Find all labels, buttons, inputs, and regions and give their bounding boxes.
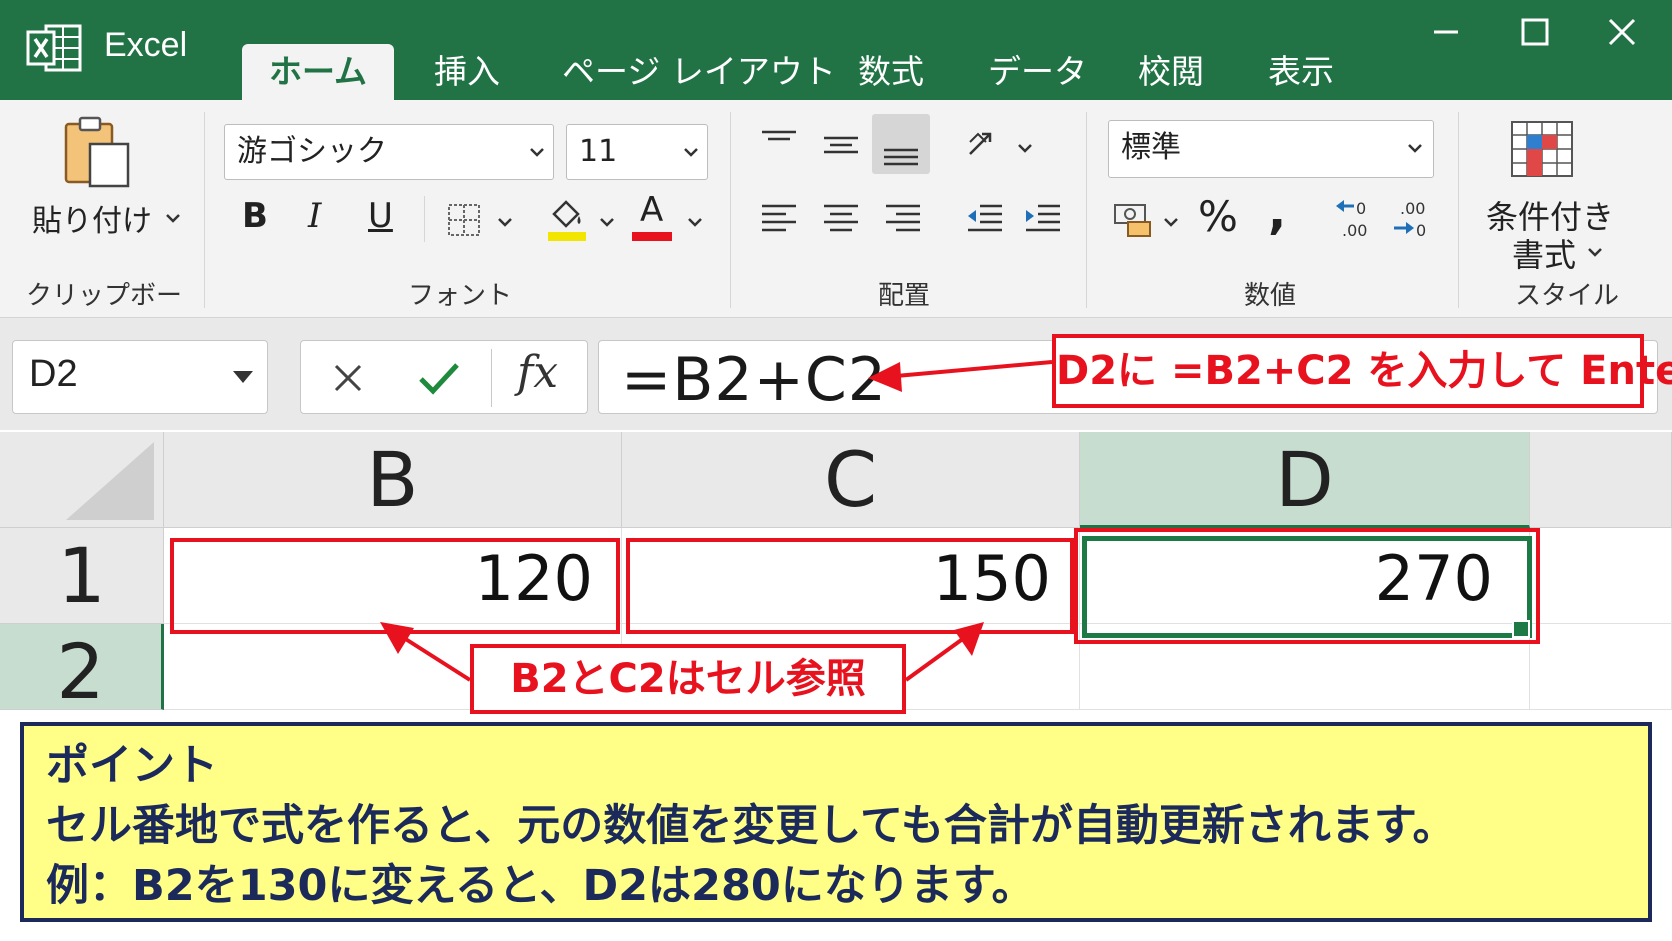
number-group-label: 数値 xyxy=(1243,281,1296,311)
chevron-down-icon[interactable] xyxy=(1162,216,1180,228)
chevron-down-icon[interactable] xyxy=(528,146,546,158)
formula-actions: fx xyxy=(300,340,588,414)
chevron-down-icon[interactable] xyxy=(496,216,514,228)
orientation-icon[interactable] xyxy=(964,124,1006,166)
caret-down-icon[interactable] xyxy=(233,371,253,383)
paste-icon[interactable] xyxy=(60,114,136,190)
formula-callout: D2に =B2+C2 を入力して Enter xyxy=(1052,334,1672,408)
highlight-box-d xyxy=(1074,528,1540,644)
fill-color-icon[interactable] xyxy=(546,196,588,242)
tab-home[interactable]: ホーム xyxy=(242,44,394,100)
close-icon[interactable] xyxy=(1594,10,1650,54)
column-header-b[interactable]: B xyxy=(164,432,622,528)
number-format-value: 標準 xyxy=(1121,130,1181,165)
decrease-indent-icon[interactable] xyxy=(964,200,1006,236)
svg-text:.00: .00 xyxy=(1400,199,1425,218)
styles-group-label: スタイル xyxy=(1514,281,1619,311)
comma-style-button[interactable]: , xyxy=(1268,184,1286,240)
chevron-down-icon[interactable] xyxy=(1586,246,1604,258)
group-divider xyxy=(1458,112,1459,308)
name-box[interactable]: D2 xyxy=(12,340,268,414)
reference-callout: B2とC2はセル参照 xyxy=(470,644,906,714)
highlight-box-c xyxy=(626,538,1074,634)
chevron-down-icon[interactable] xyxy=(682,146,700,158)
cell-e-row2[interactable] xyxy=(1530,624,1672,710)
font-name-value: 游ゴシック xyxy=(237,134,387,169)
group-divider xyxy=(1086,112,1087,308)
select-all-corner[interactable] xyxy=(0,432,164,528)
align-center-icon[interactable] xyxy=(820,200,862,236)
excel-logo-icon xyxy=(26,24,82,72)
align-bottom-icon[interactable] xyxy=(880,128,922,168)
point-line-2: 例：B2を130に変えると、D2は280になります。 xyxy=(46,861,1035,911)
title-bar: Excel ホーム 挿入 ページ レイアウト 数式 データ 校閲 表示 xyxy=(0,0,1672,100)
cancel-icon[interactable] xyxy=(331,361,365,395)
minimize-icon[interactable] xyxy=(1418,10,1474,54)
percent-style-button[interactable]: % xyxy=(1198,192,1238,241)
tab-page-layout[interactable]: ページ レイアウト xyxy=(562,44,836,100)
font-color-swatch xyxy=(632,232,672,241)
column-header-d[interactable]: D xyxy=(1080,432,1530,528)
font-group-label: フォント xyxy=(407,281,512,311)
currency-format-icon[interactable] xyxy=(1112,200,1154,238)
underline-button[interactable]: U xyxy=(368,196,393,236)
conditional-formatting-label-2[interactable]: 書式 xyxy=(1512,230,1576,276)
maximize-icon[interactable] xyxy=(1506,10,1562,54)
chevron-down-icon[interactable] xyxy=(1406,142,1424,154)
formula-text: =B2+C2 xyxy=(621,345,887,415)
group-divider xyxy=(424,196,425,242)
tab-view[interactable]: 表示 xyxy=(1268,44,1334,100)
increase-decimal-icon[interactable]: 0 .00 xyxy=(1332,196,1378,242)
select-all-triangle-icon xyxy=(66,442,154,520)
point-line-1: セル番地で式を作ると、元の数値を変更しても合計が自動更新されます。 xyxy=(46,801,1456,851)
svg-text:0: 0 xyxy=(1416,221,1426,240)
point-title: ポイント xyxy=(46,741,218,791)
chevron-down-icon[interactable] xyxy=(598,216,616,228)
borders-icon[interactable] xyxy=(446,202,482,238)
font-color-button[interactable]: A xyxy=(640,190,663,230)
tab-data[interactable]: データ xyxy=(988,44,1087,100)
tab-formulas[interactable]: 数式 xyxy=(858,44,924,100)
svg-text:0: 0 xyxy=(1356,199,1366,218)
tab-review[interactable]: 校閲 xyxy=(1138,44,1204,100)
ribbon: 貼り付け クリップボード 游ゴシック 11 B I U A フォント xyxy=(0,100,1672,348)
name-box-value: D2 xyxy=(29,353,78,395)
row-header-2[interactable]: 2 xyxy=(0,624,164,710)
align-top-icon[interactable] xyxy=(758,126,800,162)
bold-button[interactable]: B xyxy=(242,196,268,236)
divider xyxy=(491,349,492,407)
row-header-1[interactable]: 1 xyxy=(0,528,164,624)
font-size-value: 11 xyxy=(579,134,618,169)
conditional-formatting-icon[interactable] xyxy=(1510,120,1574,178)
align-left-icon[interactable] xyxy=(758,200,800,236)
paste-label[interactable]: 貼り付け xyxy=(32,196,152,240)
alignment-group-label: 配置 xyxy=(877,281,930,311)
group-divider xyxy=(730,112,731,308)
svg-text:.00: .00 xyxy=(1342,221,1367,240)
enter-check-icon[interactable] xyxy=(417,359,461,397)
font-name-dropdown[interactable]: 游ゴシック xyxy=(224,124,554,180)
column-header-empty[interactable] xyxy=(1530,432,1672,528)
increase-indent-icon[interactable] xyxy=(1022,200,1064,236)
tab-insert[interactable]: 挿入 xyxy=(434,44,500,100)
insert-function-button[interactable]: fx xyxy=(517,347,558,398)
align-middle-icon[interactable] xyxy=(820,126,862,162)
number-format-dropdown[interactable]: 標準 xyxy=(1108,120,1434,178)
cell-e-row1[interactable] xyxy=(1530,528,1672,624)
align-right-icon[interactable] xyxy=(882,200,924,236)
column-header-c[interactable]: C xyxy=(622,432,1080,528)
chevron-down-icon[interactable] xyxy=(686,216,704,228)
chevron-down-icon[interactable] xyxy=(164,212,182,224)
group-divider xyxy=(204,112,205,308)
highlight-box-b xyxy=(170,538,620,634)
chevron-down-icon[interactable] xyxy=(1016,142,1034,154)
point-box: ポイント セル番地で式を作ると、元の数値を変更しても合計が自動更新されます。 例… xyxy=(20,722,1652,922)
app-title: Excel xyxy=(104,26,188,64)
decrease-decimal-icon[interactable]: .00 0 xyxy=(1390,196,1436,242)
italic-button[interactable]: I xyxy=(308,196,321,236)
